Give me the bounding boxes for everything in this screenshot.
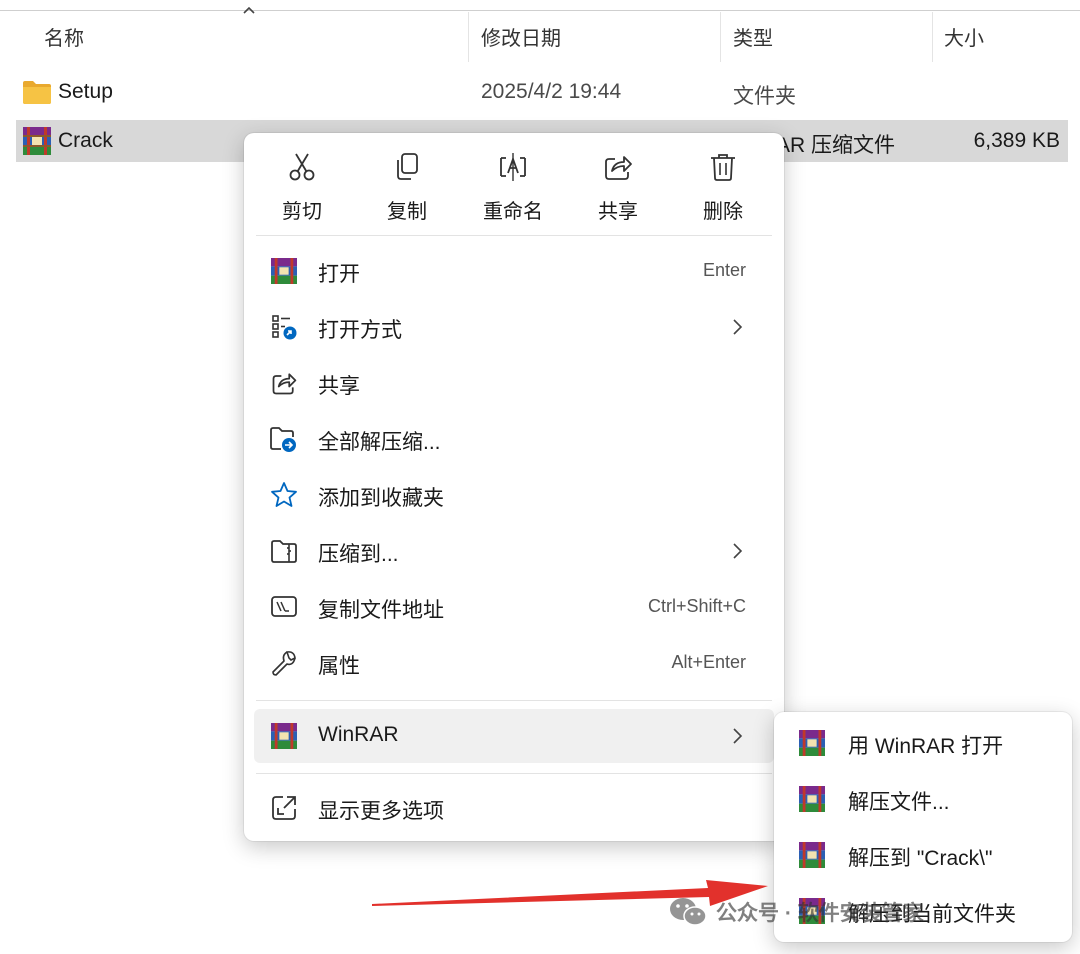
menu-item-shortcut: Alt+Enter bbox=[671, 652, 746, 672]
header-top-border bbox=[0, 10, 1080, 11]
submenu-item-extract-to-folder[interactable]: 解压到 "Crack\" bbox=[782, 828, 1064, 880]
column-header-modified[interactable]: 修改日期 bbox=[481, 22, 561, 51]
file-name: Crack bbox=[58, 129, 113, 152]
chevron-right-icon bbox=[733, 728, 743, 744]
menu-divider bbox=[256, 773, 772, 774]
watermark: 公众号 · 软件安装管家 bbox=[668, 892, 924, 932]
file-size: 6,389 KB bbox=[973, 129, 1060, 152]
menu-item-label: 属性 bbox=[318, 655, 360, 678]
chevron-right-icon bbox=[733, 543, 743, 559]
copy-icon bbox=[397, 153, 418, 180]
menu-item-label: 显示更多选项 bbox=[318, 800, 444, 823]
quick-action-label: 复制 bbox=[387, 201, 427, 223]
copy-path-icon bbox=[268, 592, 300, 622]
column-header-type[interactable]: 类型 bbox=[733, 22, 773, 51]
quick-action-label: 共享 bbox=[598, 201, 638, 223]
column-divider[interactable] bbox=[720, 12, 721, 62]
menu-divider bbox=[256, 700, 772, 701]
quick-action-delete[interactable]: 删除 bbox=[673, 151, 773, 223]
submenu-item-extract-files[interactable]: 解压文件... bbox=[782, 772, 1064, 824]
menu-item-label: 全部解压缩... bbox=[318, 431, 441, 454]
winrar-icon bbox=[796, 784, 828, 814]
share-icon bbox=[268, 368, 300, 398]
menu-divider bbox=[256, 235, 772, 236]
winrar-icon bbox=[268, 721, 300, 751]
submenu-item-label: 用 WinRAR 打开 bbox=[848, 735, 1004, 758]
menu-item-show-more-options[interactable]: 显示更多选项 bbox=[254, 781, 774, 835]
menu-item-open-with[interactable]: 打开方式 bbox=[254, 300, 774, 354]
file-row[interactable]: Setup 2025/4/2 19:44 文件夹 bbox=[16, 71, 1068, 113]
scissors-icon bbox=[289, 153, 315, 181]
menu-item-shortcut: Enter bbox=[702, 260, 746, 280]
menu-item-compress-to[interactable]: 压缩到... bbox=[254, 524, 774, 578]
open-with-icon bbox=[268, 312, 300, 342]
rename-icon bbox=[500, 153, 526, 181]
chevron-right-icon bbox=[733, 319, 743, 335]
menu-item-add-favorites[interactable]: 添加到收藏夹 bbox=[254, 468, 774, 522]
column-divider[interactable] bbox=[932, 12, 933, 62]
more-options-icon bbox=[268, 793, 300, 823]
quick-action-rename[interactable]: 重命名 bbox=[463, 151, 563, 223]
file-type: 文件夹 bbox=[733, 85, 796, 108]
zip-folder-icon bbox=[268, 536, 300, 566]
menu-item-label: 共享 bbox=[318, 375, 360, 398]
menu-item-copy-path[interactable]: 复制文件地址 Ctrl+Shift+C bbox=[254, 580, 774, 634]
column-divider[interactable] bbox=[468, 12, 469, 62]
column-header-name[interactable]: 名称 bbox=[44, 22, 84, 51]
quick-action-label: 删除 bbox=[703, 201, 743, 223]
wechat-icon bbox=[670, 898, 707, 926]
menu-item-open[interactable]: 打开 Enter bbox=[254, 244, 774, 298]
quick-action-label: 重命名 bbox=[483, 201, 543, 223]
file-modified: 2025/4/2 19:44 bbox=[481, 80, 622, 103]
quick-action-copy[interactable]: 复制 bbox=[357, 151, 457, 223]
quick-action-share[interactable]: 共享 bbox=[568, 151, 668, 223]
sort-ascending-icon[interactable] bbox=[243, 6, 255, 14]
menu-item-label: 压缩到... bbox=[318, 543, 399, 566]
menu-item-label: 添加到收藏夹 bbox=[318, 487, 444, 510]
submenu-item-label: 解压到 "Crack\" bbox=[848, 847, 993, 870]
file-name: Setup bbox=[58, 80, 113, 103]
quick-action-cut[interactable]: 剪切 bbox=[252, 151, 352, 223]
menu-item-share[interactable]: 共享 bbox=[254, 356, 774, 410]
trash-icon bbox=[711, 154, 735, 181]
menu-item-label: 打开 bbox=[318, 263, 360, 286]
quick-action-label: 剪切 bbox=[282, 201, 322, 223]
menu-item-shortcut: Ctrl+Shift+C bbox=[647, 596, 746, 616]
watermark-text: 公众号 · 软件安装管家 bbox=[716, 902, 924, 925]
submenu-item-label: 解压文件... bbox=[848, 791, 950, 814]
star-icon bbox=[268, 480, 300, 510]
winrar-icon bbox=[22, 127, 52, 155]
menu-item-label: 复制文件地址 bbox=[318, 599, 444, 622]
extract-all-icon bbox=[268, 424, 300, 454]
menu-item-label: WinRAR bbox=[318, 723, 399, 746]
share-icon bbox=[605, 156, 632, 180]
file-type: AR 压缩文件 bbox=[776, 134, 896, 157]
column-header-size[interactable]: 大小 bbox=[944, 22, 984, 51]
context-menu: 剪切 复制 重命名 共享 删除 打开 Enter 打开方式 共享 全部解压缩..… bbox=[244, 133, 784, 841]
menu-item-label: 打开方式 bbox=[318, 319, 402, 342]
folder-icon bbox=[22, 78, 52, 106]
menu-item-winrar[interactable]: WinRAR bbox=[254, 709, 774, 763]
menu-item-properties[interactable]: 属性 Alt+Enter bbox=[254, 636, 774, 690]
wrench-icon bbox=[268, 648, 300, 678]
winrar-icon bbox=[796, 840, 828, 870]
submenu-item-open-with-winrar[interactable]: 用 WinRAR 打开 bbox=[782, 716, 1064, 768]
menu-item-extract-all[interactable]: 全部解压缩... bbox=[254, 412, 774, 466]
winrar-icon bbox=[268, 256, 300, 286]
winrar-icon bbox=[796, 728, 828, 758]
